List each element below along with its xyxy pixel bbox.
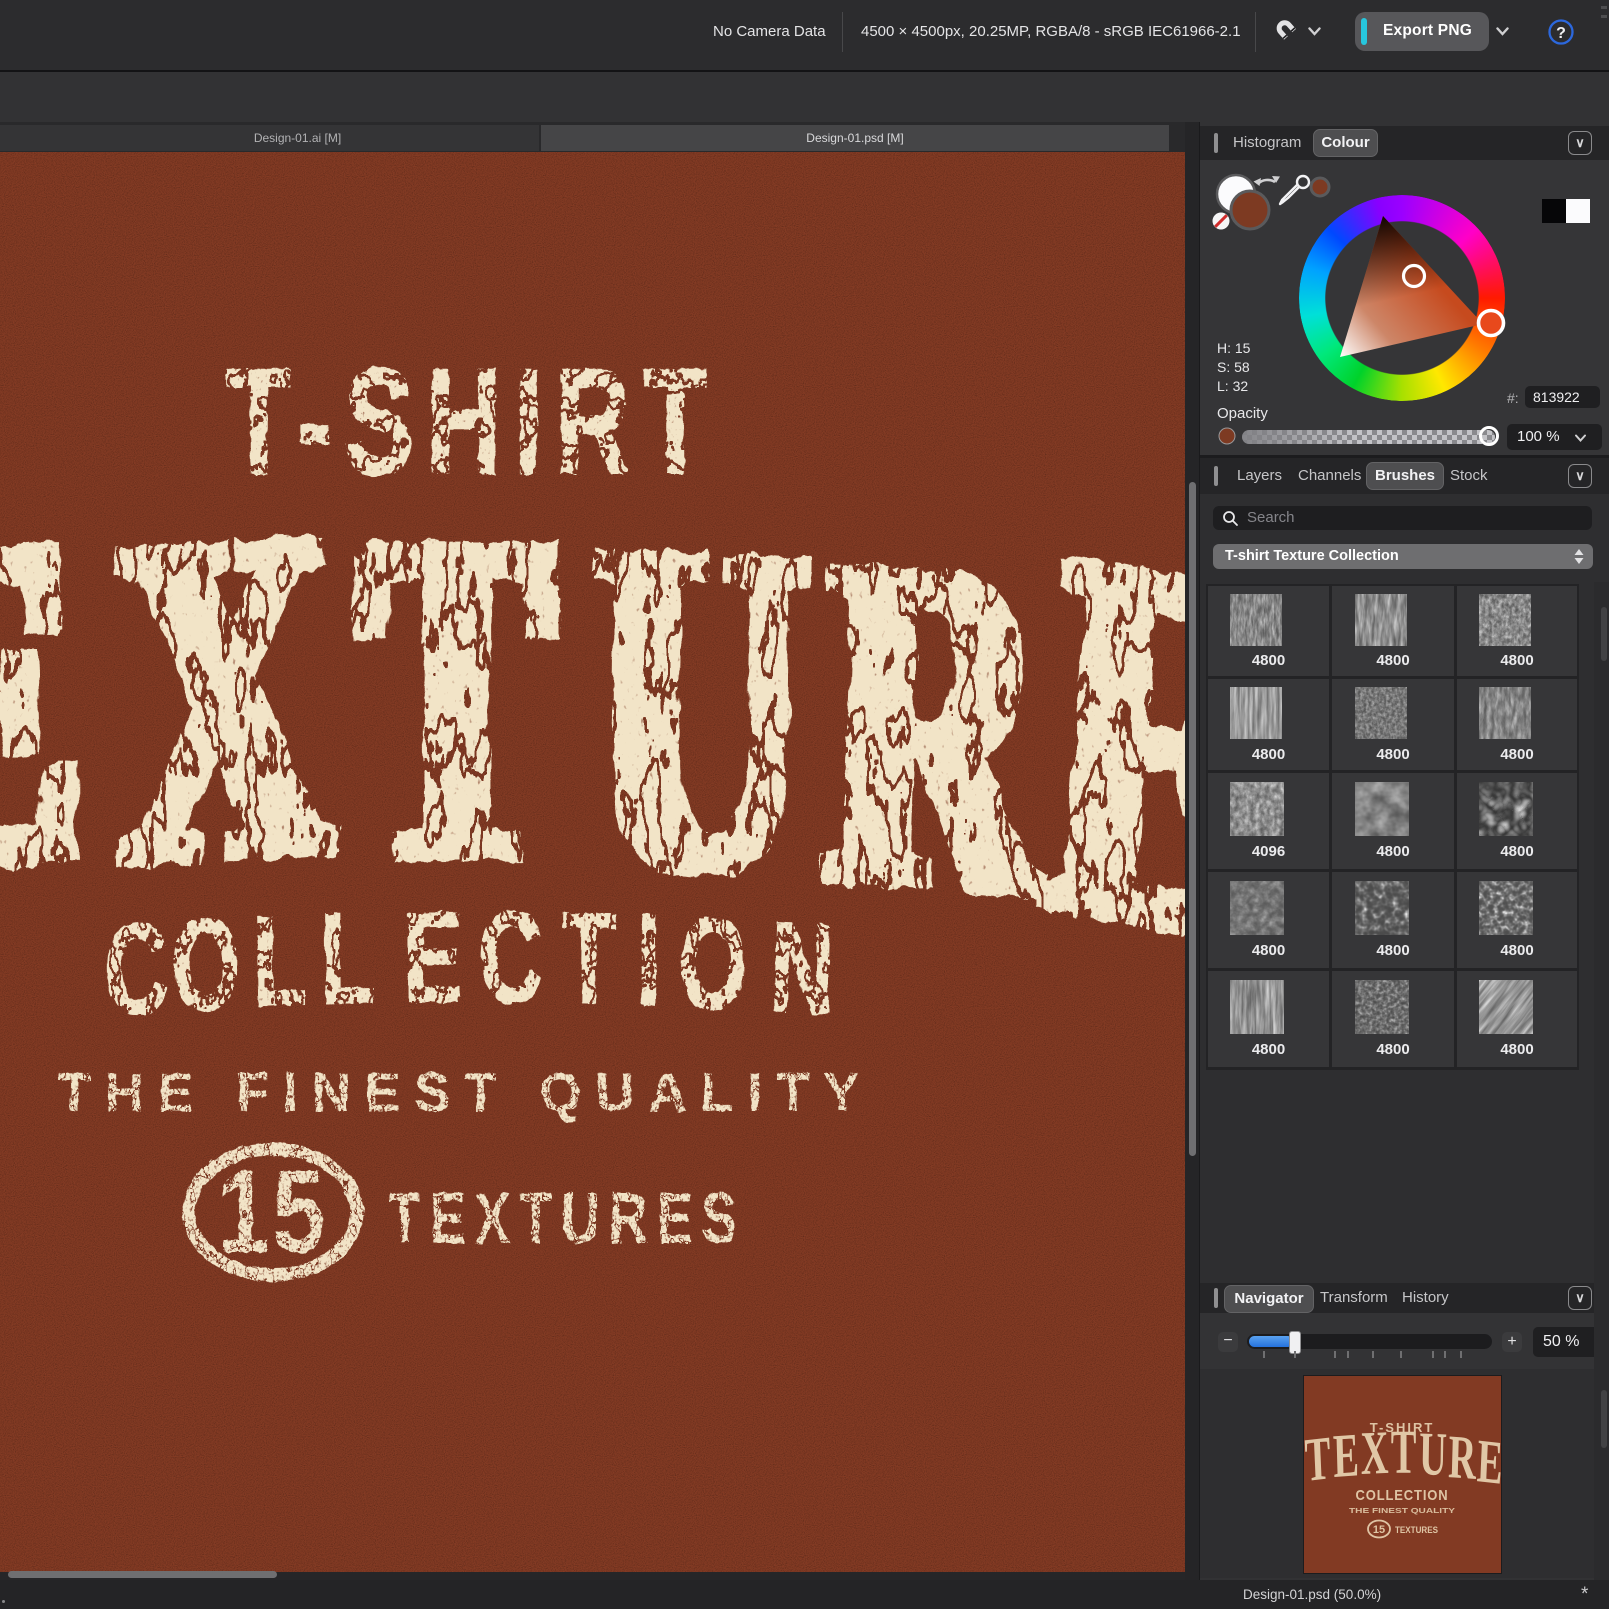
svg-text:R: R <box>1447 1423 1477 1493</box>
svg-text:C: C <box>103 894 171 1044</box>
svg-text:COLLECTION: COLLECTION <box>1356 1487 1449 1504</box>
svg-text:X: X <box>1360 1419 1389 1489</box>
svg-text:I: I <box>635 886 662 1033</box>
svg-text:T: T <box>1391 1419 1417 1488</box>
svg-text:L: L <box>252 886 309 1034</box>
svg-text:E: E <box>1476 1427 1501 1498</box>
svg-text:R: R <box>821 457 1052 995</box>
svg-text:THE FINEST QUALITY: THE FINEST QUALITY <box>58 1061 873 1123</box>
svg-text:L: L <box>320 884 376 1031</box>
svg-text:T: T <box>359 437 554 959</box>
svg-text:X: X <box>114 431 336 963</box>
svg-text:O: O <box>170 889 242 1039</box>
svg-text:TEXTURES: TEXTURES <box>388 1179 746 1259</box>
svg-text:THE FINEST QUALITY: THE FINEST QUALITY <box>1349 1508 1455 1515</box>
svg-text:15: 15 <box>1373 1524 1385 1536</box>
svg-text:T: T <box>561 884 617 1032</box>
svg-text:?: ? <box>1556 25 1566 42</box>
svg-text:N: N <box>768 893 836 1043</box>
svg-text:E: E <box>1332 1421 1359 1491</box>
svg-text:T: T <box>1304 1424 1332 1495</box>
svg-text:TEXTURES: TEXTURES <box>1395 1525 1438 1536</box>
svg-text:15: 15 <box>217 1145 328 1278</box>
svg-text:E: E <box>403 884 462 1030</box>
svg-text:U: U <box>1418 1420 1447 1490</box>
svg-text:C: C <box>479 884 544 1031</box>
svg-text:O: O <box>677 888 749 1037</box>
